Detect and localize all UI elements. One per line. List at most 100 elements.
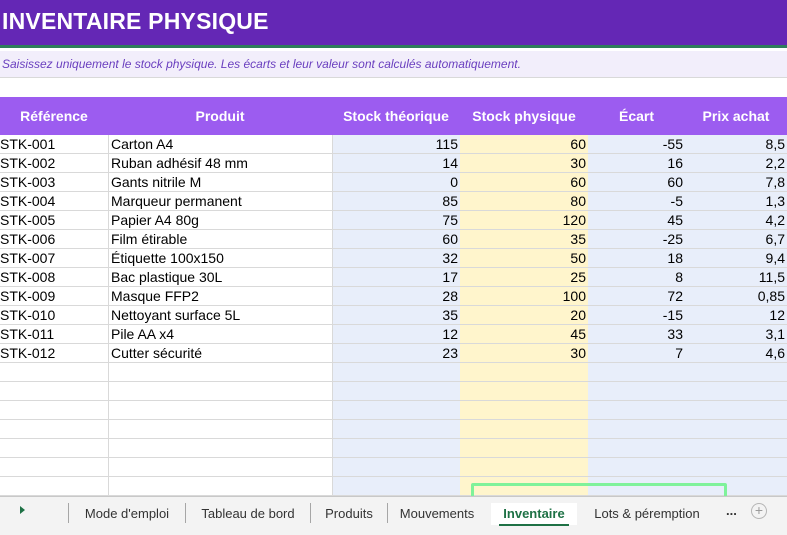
cell-theoretical-stock[interactable]: 32 <box>332 249 460 268</box>
table-row: STK-004 Marqueur permanent 85 80 -5 1,3 <box>0 192 787 211</box>
cell-variance[interactable]: 8 <box>588 268 685 287</box>
cell-physical-stock[interactable]: 60 <box>460 135 588 154</box>
header-purchase-price: Prix achat <box>702 108 770 124</box>
cell-reference[interactable]: STK-008 <box>0 268 108 287</box>
cell-theoretical-stock[interactable]: 85 <box>332 192 460 211</box>
cell-purchase-price[interactable]: 4,6 <box>685 344 787 363</box>
table-row: STK-012 Cutter sécurité 23 30 7 4,6 <box>0 344 787 363</box>
instructions-row: Saisissez uniquement le stock physique. … <box>0 51 787 78</box>
cell-physical-stock[interactable]: 120 <box>460 211 588 230</box>
cell-reference[interactable]: STK-003 <box>0 173 108 192</box>
cell-physical-stock[interactable]: 60 <box>460 173 588 192</box>
table-row: STK-011 Pile AA x4 12 45 33 3,1 <box>0 325 787 344</box>
cell-product[interactable]: Carton A4 <box>111 135 332 154</box>
cell-variance[interactable]: 60 <box>588 173 685 192</box>
table-row: STK-008 Bac plastique 30L 17 25 8 11,5 <box>0 268 787 287</box>
cell-reference[interactable]: STK-006 <box>0 230 108 249</box>
cell-theoretical-stock[interactable]: 0 <box>332 173 460 192</box>
cell-physical-stock[interactable]: 30 <box>460 344 588 363</box>
cell-reference[interactable]: STK-002 <box>0 154 108 173</box>
tab-divider <box>68 503 69 523</box>
cell-product[interactable]: Ruban adhésif 48 mm <box>111 154 332 173</box>
table-row: STK-010 Nettoyant surface 5L 35 20 -15 12 <box>0 306 787 325</box>
cell-theoretical-stock[interactable]: 35 <box>332 306 460 325</box>
cell-product[interactable]: Nettoyant surface 5L <box>111 306 332 325</box>
tab-mouvements[interactable]: Mouvements <box>389 503 485 525</box>
cell-variance[interactable]: 72 <box>588 287 685 306</box>
cell-variance[interactable]: -5 <box>588 192 685 211</box>
cell-theoretical-stock[interactable]: 75 <box>332 211 460 230</box>
tab-produits[interactable]: Produits <box>312 503 386 525</box>
cell-reference[interactable]: STK-012 <box>0 344 108 363</box>
cell-purchase-price[interactable]: 4,2 <box>685 211 787 230</box>
cell-product[interactable]: Bac plastique 30L <box>111 268 332 287</box>
cell-theoretical-stock[interactable]: 12 <box>332 325 460 344</box>
tab-inventaire[interactable]: Inventaire <box>491 503 577 526</box>
cell-purchase-price[interactable]: 7,8 <box>685 173 787 192</box>
play-right-icon[interactable] <box>20 506 25 514</box>
cell-physical-stock[interactable]: 35 <box>460 230 588 249</box>
cell-variance[interactable]: 45 <box>588 211 685 230</box>
tab-mode-emploi[interactable]: Mode d'emploi <box>70 503 184 525</box>
cell-reference[interactable]: STK-001 <box>0 135 108 154</box>
table-row <box>0 382 787 401</box>
tab-divider <box>185 503 186 523</box>
cell-physical-stock[interactable]: 80 <box>460 192 588 211</box>
cell-purchase-price[interactable]: 1,3 <box>685 192 787 211</box>
cell-variance[interactable]: 18 <box>588 249 685 268</box>
cell-purchase-price[interactable]: 8,5 <box>685 135 787 154</box>
cell-theoretical-stock[interactable]: 14 <box>332 154 460 173</box>
tab-overflow-indicator[interactable]: ... <box>726 503 737 518</box>
cell-physical-stock[interactable]: 25 <box>460 268 588 287</box>
cell-product[interactable]: Pile AA x4 <box>111 325 332 344</box>
cell-variance[interactable]: 33 <box>588 325 685 344</box>
cell-theoretical-stock[interactable]: 60 <box>332 230 460 249</box>
cell-variance[interactable]: -55 <box>588 135 685 154</box>
cell-theoretical-stock[interactable]: 17 <box>332 268 460 287</box>
cell-physical-stock[interactable]: 30 <box>460 154 588 173</box>
cell-physical-stock[interactable]: 100 <box>460 287 588 306</box>
cell-reference[interactable]: STK-010 <box>0 306 108 325</box>
cell-theoretical-stock[interactable]: 23 <box>332 344 460 363</box>
cell-product[interactable]: Papier A4 80g <box>111 211 332 230</box>
cell-variance[interactable]: 16 <box>588 154 685 173</box>
instructions-text: Saisissez uniquement le stock physique. … <box>2 57 521 71</box>
cell-product[interactable]: Cutter sécurité <box>111 344 332 363</box>
cell-product[interactable]: Film étirable <box>111 230 332 249</box>
cell-reference[interactable]: STK-007 <box>0 249 108 268</box>
tab-tableau-de-bord[interactable]: Tableau de bord <box>187 503 309 525</box>
cell-reference[interactable]: STK-004 <box>0 192 108 211</box>
cell-variance[interactable]: 7 <box>588 344 685 363</box>
cell-purchase-price[interactable]: 11,5 <box>685 268 787 287</box>
table-row: STK-003 Gants nitrile M 0 60 60 7,8 <box>0 173 787 192</box>
cell-purchase-price[interactable]: 3,1 <box>685 325 787 344</box>
cell-product[interactable]: Gants nitrile M <box>111 173 332 192</box>
cell-purchase-price[interactable]: 2,2 <box>685 154 787 173</box>
table-row: STK-005 Papier A4 80g 75 120 45 4,2 <box>0 211 787 230</box>
cell-purchase-price[interactable]: 12 <box>685 306 787 325</box>
cell-physical-stock[interactable]: 45 <box>460 325 588 344</box>
cell-variance[interactable]: -25 <box>588 230 685 249</box>
cell-purchase-price[interactable]: 9,4 <box>685 249 787 268</box>
cell-theoretical-stock[interactable]: 28 <box>332 287 460 306</box>
tab-lots-peremption[interactable]: Lots & péremption <box>580 503 714 525</box>
cell-product[interactable]: Masque FFP2 <box>111 287 332 306</box>
header-reference: Référence <box>20 108 88 124</box>
cell-product[interactable]: Étiquette 100x150 <box>111 249 332 268</box>
tab-divider <box>387 503 388 523</box>
tab-divider <box>310 503 311 523</box>
cell-physical-stock[interactable]: 50 <box>460 249 588 268</box>
cell-reference[interactable]: STK-005 <box>0 211 108 230</box>
spacer-row <box>0 79 787 97</box>
table-row: STK-007 Étiquette 100x150 32 50 18 9,4 <box>0 249 787 268</box>
table-row: STK-001 Carton A4 115 60 -55 8,5 <box>0 135 787 154</box>
cell-reference[interactable]: STK-011 <box>0 325 108 344</box>
cell-purchase-price[interactable]: 0,85 <box>685 287 787 306</box>
cell-product[interactable]: Marqueur permanent <box>111 192 332 211</box>
cell-purchase-price[interactable]: 6,7 <box>685 230 787 249</box>
cell-reference[interactable]: STK-009 <box>0 287 108 306</box>
cell-variance[interactable]: -15 <box>588 306 685 325</box>
plus-circle-icon[interactable]: + <box>751 503 767 519</box>
cell-theoretical-stock[interactable]: 115 <box>332 135 460 154</box>
cell-physical-stock[interactable]: 20 <box>460 306 588 325</box>
